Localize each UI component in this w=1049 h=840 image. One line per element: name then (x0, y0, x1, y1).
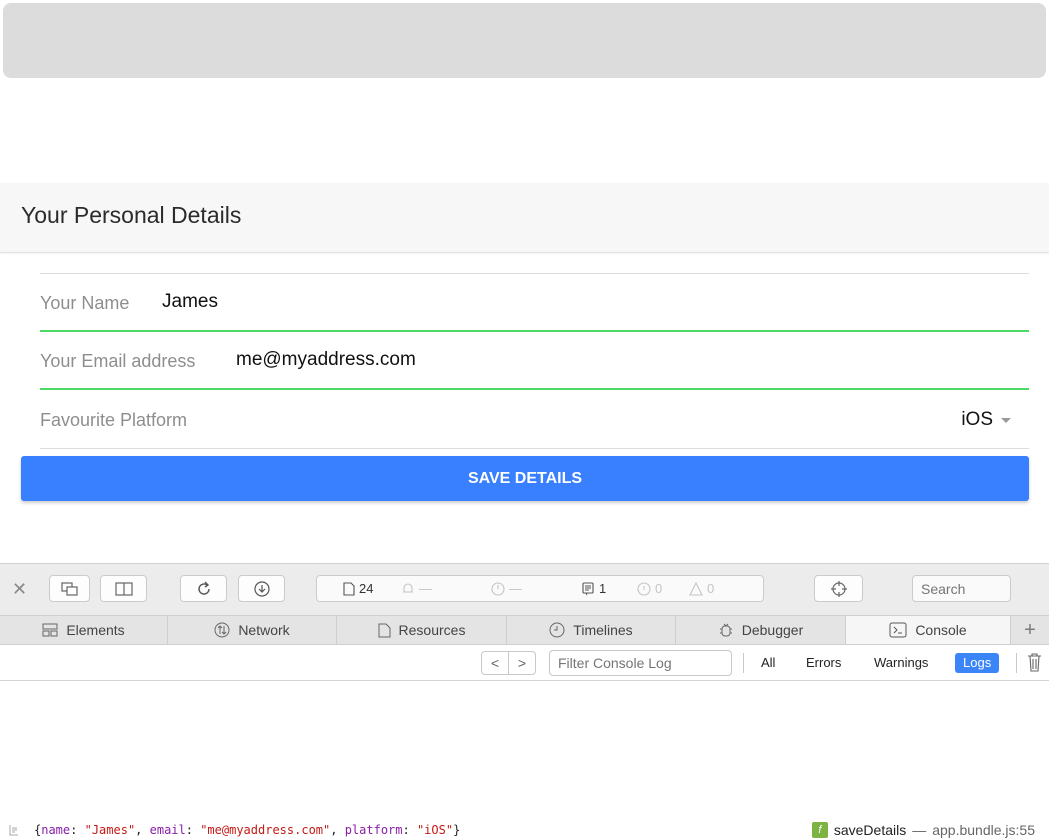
platform-select[interactable]: Favourite Platform iOS (40, 391, 1029, 449)
bell-icon (403, 582, 413, 593)
console-icon (889, 622, 907, 638)
source-function: saveDetails (833, 822, 907, 838)
timelines-icon (549, 622, 565, 638)
timing: — (491, 581, 522, 596)
chevron-right-icon[interactable]: > (508, 652, 535, 674)
log-entry-icon (9, 825, 18, 836)
clock-icon (491, 581, 505, 596)
email-label: Your Email address (40, 351, 196, 371)
card-header: Your Personal Details (0, 183, 1049, 253)
add-tab-icon[interactable]: + (1011, 616, 1049, 644)
name-field-row: Your Name (40, 274, 1029, 332)
devtools-toolbar: ✕ 24 — — 1 0 0 (0, 563, 1049, 615)
filter-errors-button[interactable]: Errors (798, 653, 849, 673)
timing-value: — (509, 581, 522, 596)
dock-icon[interactable] (49, 575, 90, 602)
tab-console[interactable]: Console (846, 616, 1011, 644)
activity-status: 24 — — 1 0 0 (316, 575, 764, 602)
devtools-search-input[interactable] (912, 575, 1011, 602)
page-title: Your Personal Details (21, 202, 242, 228)
close-icon[interactable]: ✕ (12, 579, 27, 600)
platform-value[interactable]: iOS (961, 409, 993, 431)
top-toolbar-area (3, 3, 1046, 78)
log-source[interactable]: f saveDetails — app.bundle.js:55 (811, 822, 1035, 838)
tab-label: Resources (398, 622, 466, 638)
debugger-icon (719, 623, 732, 637)
chevron-left-icon[interactable]: < (482, 652, 508, 674)
filter-logs-button[interactable]: Logs (955, 653, 1000, 673)
object-value: "iOS" (416, 823, 454, 837)
elements-icon (42, 623, 58, 637)
document-icon (343, 581, 355, 596)
source-separator: — (912, 822, 927, 838)
tab-elements[interactable]: Elements (0, 616, 168, 644)
tab-resources[interactable]: Resources (337, 616, 507, 644)
email-field-row: Your Email address (40, 332, 1029, 390)
source-file-link[interactable]: app.bundle.js:55 (932, 822, 1035, 838)
resources-icon (378, 623, 391, 637)
network-icon (214, 622, 230, 638)
error-count-value: 0 (655, 581, 663, 596)
tab-label: Debugger (741, 622, 804, 638)
divider (1016, 653, 1017, 673)
resources-count[interactable]: 24 (343, 581, 373, 596)
warning-count-value: 0 (707, 581, 715, 596)
error-icon (637, 581, 651, 596)
tab-debugger[interactable]: Debugger (676, 616, 846, 644)
resources-count-value: 24 (359, 581, 374, 596)
log-icon (582, 581, 594, 595)
email-input[interactable] (236, 349, 836, 371)
devtools-tabs: Elements Network Resources Timelines Deb… (0, 615, 1049, 645)
name-label: Your Name (40, 293, 130, 313)
console-log-entry[interactable]: {name: "James", email: "me@myaddress.com… (0, 822, 1049, 840)
platform-label: Favourite Platform (40, 410, 188, 430)
object-value: "James" (84, 823, 136, 837)
caret-down-icon[interactable] (1001, 418, 1011, 423)
warning-icon (689, 581, 703, 596)
warning-count[interactable]: 0 (689, 581, 714, 596)
tab-timelines[interactable]: Timelines (507, 616, 676, 644)
name-input[interactable] (162, 291, 762, 313)
tab-label: Elements (66, 622, 125, 638)
filter-warnings-button[interactable]: Warnings (866, 653, 936, 673)
console-filter-bar: < > All Errors Warnings Logs (0, 645, 1049, 681)
load-time: — (401, 581, 432, 596)
object-value: "me@myaddress.com" (200, 823, 331, 837)
error-count[interactable]: 0 (637, 581, 662, 596)
log-count-value: 1 (599, 581, 607, 596)
divider (743, 653, 744, 673)
tab-label: Console (915, 622, 967, 638)
tab-label: Network (238, 622, 290, 638)
filter-console-input[interactable] (549, 650, 732, 676)
load-time-value: — (419, 581, 432, 596)
trash-icon[interactable] (1027, 653, 1042, 672)
reload-icon[interactable] (180, 575, 227, 602)
function-icon: f (811, 822, 828, 838)
nav-arrows: < > (481, 651, 536, 675)
console-object[interactable]: {name: "James", email: "me@myaddress.com… (34, 823, 460, 837)
log-count[interactable]: 1 (581, 581, 606, 596)
tab-network[interactable]: Network (168, 616, 337, 644)
object-key: name (41, 823, 71, 837)
crosshair-icon[interactable] (814, 575, 863, 602)
object-key: platform (344, 823, 403, 837)
download-icon[interactable] (238, 575, 285, 602)
filter-all-button[interactable]: All (753, 653, 783, 673)
save-details-button[interactable]: SAVE DETAILS (21, 456, 1029, 501)
tab-label: Timelines (573, 622, 633, 638)
split-view-icon[interactable] (100, 575, 147, 602)
object-key: email (149, 823, 186, 837)
